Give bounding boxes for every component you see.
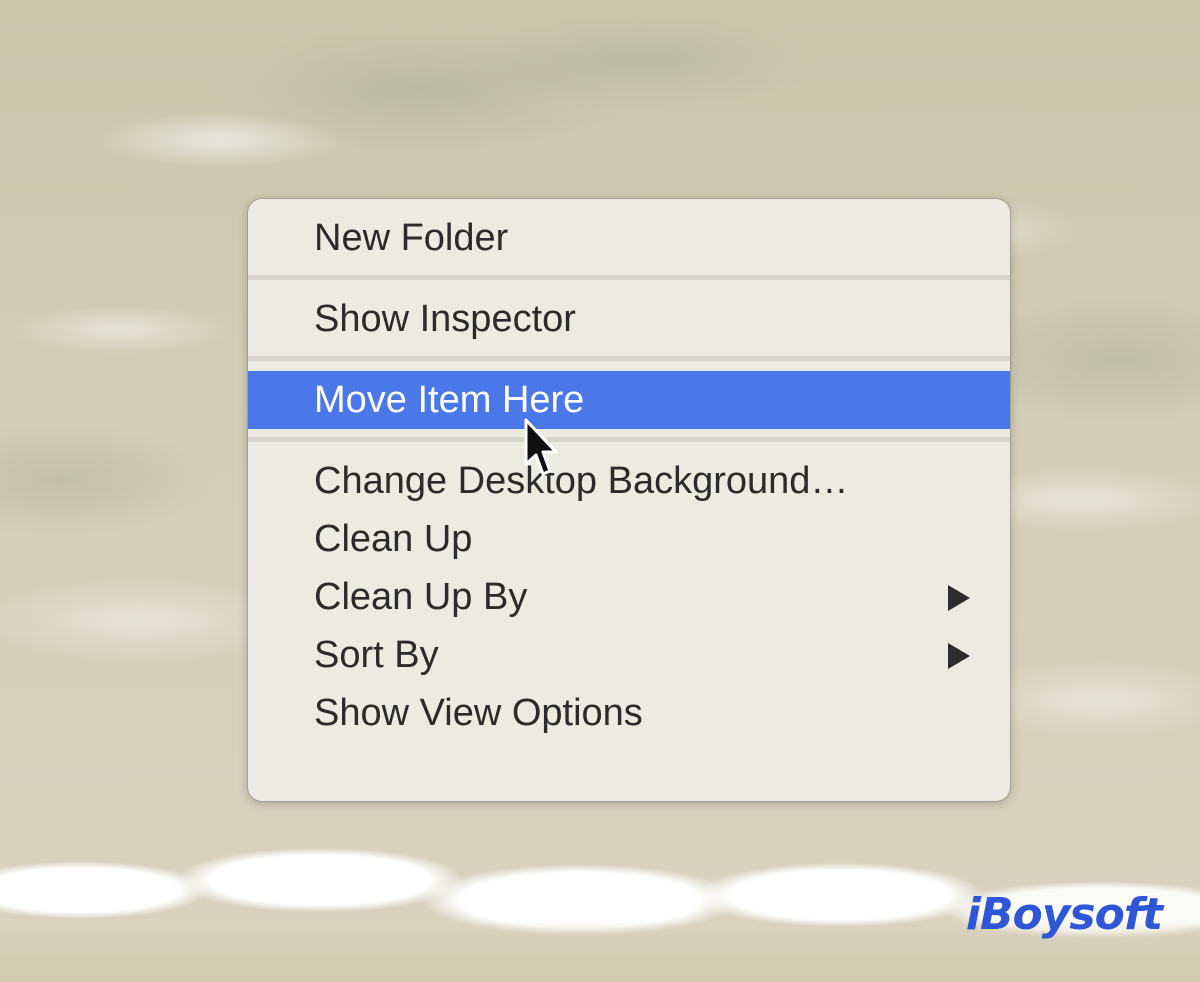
menu-item-label: Show View Options (314, 692, 643, 734)
menu-item-show-inspector[interactable]: Show Inspector (248, 290, 1010, 348)
brand-watermark-logo: iBoysoft (965, 889, 1163, 940)
menu-item-move-item-here[interactable]: Move Item Here (248, 371, 1010, 429)
menu-separator (248, 356, 1010, 361)
menu-item-change-desktop-background[interactable]: Change Desktop Background… (248, 452, 1010, 510)
desktop-context-menu: New Folder Show Inspector Move Item Here… (248, 199, 1010, 801)
menu-separator (248, 437, 1010, 442)
menu-item-clean-up-by[interactable]: Clean Up By (248, 568, 1010, 626)
menu-item-label: Clean Up (314, 518, 473, 560)
arrow-pointer-icon (524, 418, 558, 476)
menu-item-label: Move Item Here (314, 379, 585, 421)
menu-item-label: Change Desktop Background… (314, 460, 849, 502)
menu-separator (248, 275, 1010, 280)
menu-item-label: Show Inspector (314, 298, 576, 340)
menu-item-new-folder[interactable]: New Folder (248, 209, 1010, 267)
submenu-arrow-icon (948, 643, 970, 669)
menu-item-label: New Folder (314, 217, 509, 259)
menu-item-label: Clean Up By (314, 576, 528, 618)
menu-item-sort-by[interactable]: Sort By (248, 626, 1010, 684)
submenu-arrow-icon (948, 585, 970, 611)
menu-item-show-view-options[interactable]: Show View Options (248, 684, 1010, 742)
menu-item-label: Sort By (314, 634, 439, 676)
menu-item-clean-up[interactable]: Clean Up (248, 510, 1010, 568)
